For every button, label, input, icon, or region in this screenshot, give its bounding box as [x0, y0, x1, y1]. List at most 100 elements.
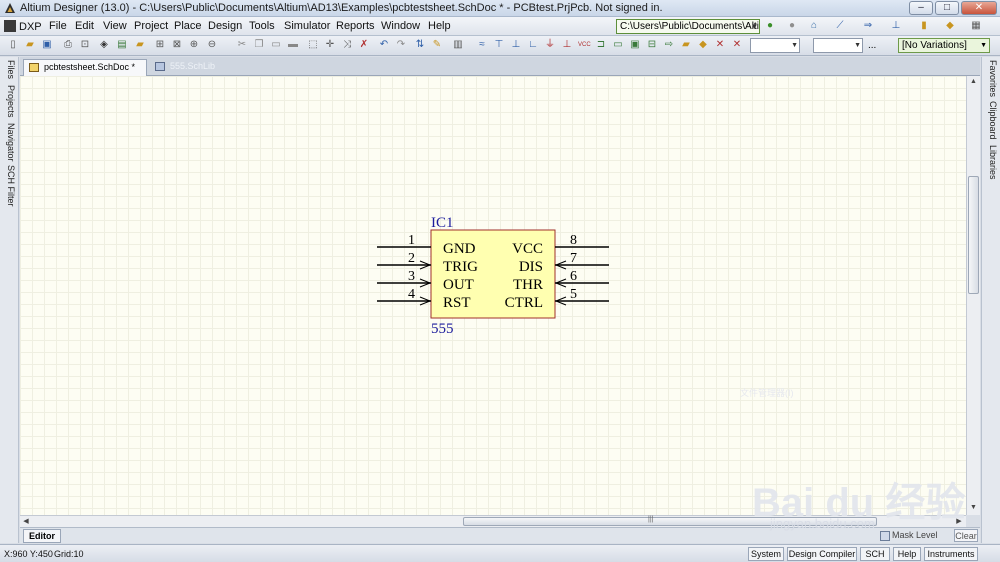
panel-tab-favorites[interactable]: Favorites [985, 60, 998, 97]
print-icon[interactable]: ⎙ [62, 39, 74, 51]
place-part-icon[interactable]: ⊐ [595, 39, 607, 51]
place-no-erc-icon[interactable]: ✕ [714, 39, 726, 51]
nav-forward-icon[interactable]: ● [786, 20, 798, 32]
open-folder-icon[interactable]: ▰ [24, 39, 36, 51]
clear-button[interactable]: Clear [954, 529, 978, 542]
status-instruments-button[interactable]: Instruments [924, 547, 978, 561]
rubber-stamp-icon[interactable]: ▬ [287, 39, 299, 51]
zoom-dropdown-icon[interactable]: ⊖ [206, 39, 218, 51]
menu-edit[interactable]: Edit [75, 20, 94, 32]
home-icon[interactable]: ⌂ [808, 20, 820, 32]
bus-tool-icon[interactable]: ⇒ [862, 20, 874, 32]
place-cross-icon[interactable]: ✕ [731, 39, 743, 51]
toolbar-more[interactable]: ... [868, 40, 876, 51]
schematic-canvas[interactable] [20, 76, 966, 515]
left-panel-strip: Files Projects Navigator SCH Filter [0, 57, 19, 543]
deselect-icon[interactable]: ✗ [358, 39, 370, 51]
scroll-grip-icon: ||| [648, 516, 654, 523]
browse-library-icon[interactable]: ▥ [452, 39, 464, 51]
menu-dxp[interactable]: DXP [4, 20, 42, 33]
part-tool-icon[interactable]: ▮ [918, 20, 930, 32]
status-help-button[interactable]: Help [893, 547, 921, 561]
panel-tab-clipboard[interactable]: Clipboard [985, 101, 998, 140]
wiring-tool-icon[interactable]: ⟋ [834, 20, 846, 32]
menu-file[interactable]: File [49, 20, 67, 32]
place-net-label-icon[interactable]: ∟ [527, 39, 539, 51]
layers-icon[interactable]: ◈ [98, 39, 110, 51]
panel-tab-sch-filter[interactable]: SCH Filter [3, 165, 16, 207]
place-bus-entry-icon[interactable]: ⊥ [510, 39, 522, 51]
menu-reports[interactable]: Reports [336, 20, 375, 32]
place-wire-icon[interactable]: ≈ [476, 39, 488, 51]
scroll-left-icon[interactable]: ◀ [20, 516, 32, 527]
scroll-down-icon[interactable]: ▼ [967, 502, 980, 514]
place-sheet-entry-icon[interactable]: ▣ [629, 39, 641, 51]
menu-simulator[interactable]: Simulator [284, 20, 330, 32]
cut-icon[interactable]: ✂ [236, 39, 248, 51]
folder-icon[interactable]: ▰ [134, 39, 146, 51]
menu-tools[interactable]: Tools [249, 20, 275, 32]
schlib-doc-icon [155, 62, 165, 71]
place-bus-icon[interactable]: ⊤ [493, 39, 505, 51]
panel-tab-projects[interactable]: Projects [3, 85, 16, 118]
status-sch-button[interactable]: SCH [860, 547, 890, 561]
menu-place[interactable]: Place [174, 20, 202, 32]
board-icon[interactable]: ▤ [116, 39, 128, 51]
zoom-selected-icon[interactable]: ⊕ [188, 39, 200, 51]
filter-combo[interactable]: ▼ [813, 38, 863, 53]
panel-tab-navigator[interactable]: Navigator [3, 123, 16, 162]
redo-icon[interactable]: ↷ [395, 39, 407, 51]
vertical-scroll-thumb[interactable] [968, 176, 979, 294]
place-sheet-symbol-icon[interactable]: ▭ [612, 39, 624, 51]
print-preview-icon[interactable]: ⊡ [79, 39, 91, 51]
new-file-icon[interactable]: ▯ [7, 39, 19, 51]
place-off-sheet-icon[interactable]: ▰ [680, 39, 692, 51]
menu-design[interactable]: Design [208, 20, 242, 32]
menu-window[interactable]: Window [381, 20, 420, 32]
tab-pcbtestsheet[interactable]: pcbtestsheet.SchDoc * [23, 59, 147, 76]
path-dropdown-icon[interactable]: ▼ [750, 20, 759, 33]
save-icon[interactable]: ▣ [41, 39, 53, 51]
crossprobe-icon[interactable]: ✎ [431, 39, 443, 51]
status-system-button[interactable]: System [748, 547, 784, 561]
menu-project[interactable]: Project [134, 20, 168, 32]
panel-tab-files[interactable]: Files [3, 60, 16, 79]
menu-help[interactable]: Help [428, 20, 451, 32]
grid-tool-icon[interactable]: ▦ [970, 20, 982, 32]
hierarchy-icon[interactable]: ⇅ [414, 39, 426, 51]
place-port-icon[interactable]: ⇨ [663, 39, 675, 51]
nav-back-icon[interactable]: ● [764, 20, 776, 32]
move-selection-icon[interactable]: ⤨ [341, 39, 353, 51]
maximize-button[interactable]: □ [935, 1, 959, 15]
copy-icon[interactable]: ❐ [253, 39, 265, 51]
scroll-up-icon[interactable]: ▲ [967, 76, 980, 88]
minimize-button[interactable]: – [909, 1, 933, 15]
fit-document-icon[interactable]: ⊞ [154, 39, 166, 51]
tab-555-schlib[interactable]: 555.SchLib [150, 59, 230, 76]
status-design-compiler-button[interactable]: Design Compiler [787, 547, 857, 561]
place-power-icon[interactable]: ⊥ [561, 39, 573, 51]
zoom-combo[interactable]: ▼ [750, 38, 800, 53]
mask-level-control[interactable]: Mask Level [880, 530, 938, 541]
panel-tab-libraries[interactable]: Libraries [985, 145, 998, 180]
ground-tool-icon[interactable]: ⊥ [890, 20, 902, 32]
place-ground-icon[interactable]: ⏚ [544, 39, 556, 51]
project-path-input[interactable]: C:\Users\Public\Documents\Alti [616, 19, 760, 34]
undo-icon[interactable]: ↶ [378, 39, 390, 51]
menu-view[interactable]: View [103, 20, 127, 32]
tab-editor[interactable]: Editor [23, 529, 61, 543]
move-icon[interactable]: ✛ [324, 39, 336, 51]
dxp-icon [4, 20, 16, 32]
zoom-area-icon[interactable]: ⊠ [171, 39, 183, 51]
place-directive-icon[interactable]: ◆ [697, 39, 709, 51]
place-vcc-icon[interactable]: VCC [578, 39, 591, 51]
menu-bar: DXP File Edit View Project Place Design … [0, 17, 1000, 36]
select-area-icon[interactable]: ⬚ [307, 39, 319, 51]
close-button[interactable]: ✕ [961, 1, 997, 15]
paste-icon[interactable]: ▭ [270, 39, 282, 51]
altium-logo-icon [5, 3, 15, 13]
place-device-sheet-icon[interactable]: ⊟ [646, 39, 658, 51]
variations-dropdown[interactable]: [No Variations] ▼ [898, 38, 990, 53]
vertical-scrollbar[interactable]: ▲ ▼ [966, 76, 980, 515]
diamond-tool-icon[interactable]: ◆ [944, 20, 956, 32]
